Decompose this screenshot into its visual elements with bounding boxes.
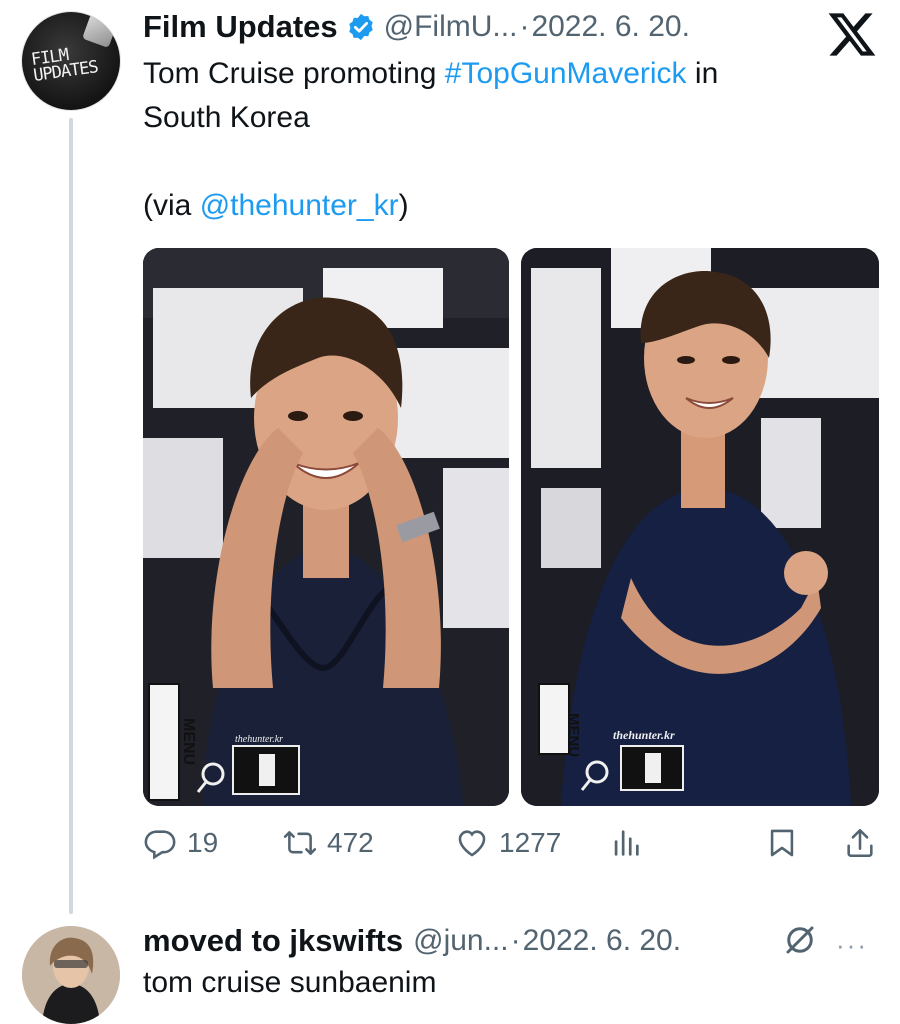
retweet-button[interactable]: 472 (283, 826, 374, 860)
via-suffix: ) (398, 189, 409, 222)
verified-badge-icon (348, 13, 373, 41)
mention-link[interactable]: @thehunter_kr (200, 189, 399, 222)
reply-count: 19 (187, 827, 219, 858)
retweet-count: 472 (327, 827, 374, 858)
tweet-text: Tom Cruise promoting #TopGunMaverick in … (143, 52, 843, 228)
reply-text: tom cruise sunbaenim (143, 966, 437, 999)
reply-button[interactable]: 19 (143, 826, 218, 860)
grok-icon[interactable] (782, 922, 818, 958)
like-icon (458, 830, 486, 857)
bookmark-button[interactable] (765, 826, 799, 860)
thread-connector-line (69, 118, 73, 914)
tweet-date[interactable]: 2022. 6. 20. (531, 10, 689, 44)
via-prefix: (via (143, 189, 200, 222)
photo-2-menu-label: MENU (524, 713, 584, 757)
photo-1-watermark: thehunter.kr (235, 734, 284, 745)
views-button[interactable] (609, 826, 643, 860)
reply-header: moved to jkswifts @jun... · 2022. 6. 20. (143, 920, 681, 962)
reply-author-name[interactable]: moved to jkswifts (143, 923, 403, 959)
reply-author-avatar[interactable] (22, 926, 120, 1024)
photo-2-watermark: thehunter.kr (613, 728, 675, 742)
tweet-text-start: Tom Cruise promoting (143, 57, 445, 90)
photo-1-menu-label: MENU (143, 718, 199, 765)
more-options-icon[interactable]: ··· (836, 930, 868, 961)
share-button[interactable] (843, 826, 877, 860)
views-icon (614, 830, 639, 856)
tweet-header: Film Updates @FilmU... · 2022. 6. 20. (143, 6, 690, 48)
author-name[interactable]: Film Updates (143, 9, 338, 45)
retweet-icon (283, 831, 317, 855)
share-icon (847, 828, 873, 858)
header-separator: · (519, 10, 530, 43)
avatar-logo-text: FILM UPDATES (29, 45, 99, 86)
reply-separator: · (510, 924, 521, 957)
reply-icon (144, 830, 176, 860)
tweet-photo-2[interactable]: MENU thehunter.kr (521, 248, 879, 806)
hashtag-link[interactable]: #TopGunMaverick (445, 57, 687, 90)
author-handle[interactable]: @FilmU... (384, 10, 518, 44)
reply-avatar-illustration (22, 926, 120, 1024)
reply-author-handle[interactable]: @jun... (413, 924, 509, 958)
tweet-actions-bar: 19 472 1277 (143, 826, 883, 866)
bookmark-icon (770, 829, 794, 857)
film-updates-avatar[interactable]: FILM UPDATES (22, 12, 120, 110)
tweet-text-line2: South Korea (143, 101, 310, 134)
tweet-photo-1[interactable]: MENU thehunter.kr (143, 248, 509, 806)
tweet-text-end: in (686, 57, 719, 90)
like-count: 1277 (499, 827, 562, 858)
like-button[interactable]: 1277 (455, 826, 561, 860)
reply-date[interactable]: 2022. 6. 20. (523, 924, 681, 958)
